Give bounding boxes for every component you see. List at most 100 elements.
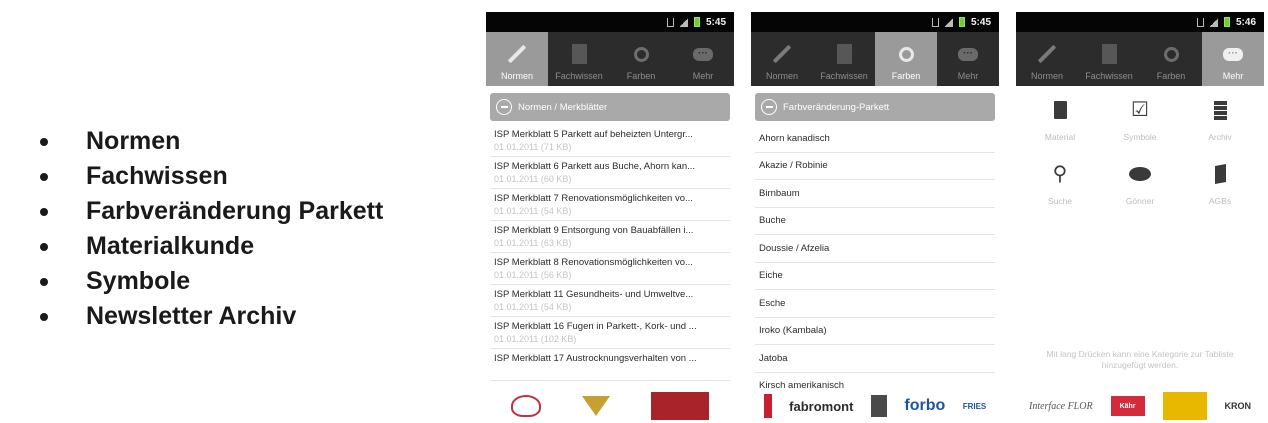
flower-logo-icon[interactable] (510, 395, 541, 417)
list-item[interactable]: ISP Merkblatt 6 Parkett aus Buche, Ahorn… (490, 157, 730, 189)
list-item[interactable]: ISP Merkblatt 5 Parkett auf beheizten Un… (490, 125, 730, 157)
tab-bar: Normen Fachwissen Farben Mehr (1016, 32, 1264, 86)
doc-title: ISP Merkblatt 16 Fugen in Parkett-, Kork… (494, 321, 697, 332)
list-item[interactable]: Birnbaum (755, 180, 995, 208)
menu-item-agbs[interactable]: AGBs (1180, 162, 1260, 206)
kahrs-logo[interactable]: Kähr (1110, 396, 1145, 416)
menu-item-symbole[interactable]: ☑ Symbole (1100, 98, 1180, 142)
battery-icon (958, 17, 965, 27)
book-icon (568, 43, 590, 65)
tab-normen[interactable]: Normen (751, 32, 813, 86)
sponsor-bar: fabromont forbo FRIES (751, 389, 999, 423)
tab-mehr[interactable]: Mehr (937, 32, 999, 86)
list-item[interactable]: ISP Merkblatt 16 Fugen in Parkett-, Kork… (490, 317, 730, 349)
tab-label: Mehr (1222, 71, 1244, 81)
list-item[interactable]: ISP Merkblatt 9 Entsorgung von Bauabfäll… (490, 221, 730, 253)
status-bar: 5:45 (486, 12, 734, 32)
interface-flor-logo[interactable]: Interface FLOR (1029, 401, 1093, 412)
phone-screen-normen: 5:45 Normen Fachwissen Farben Mehr Norme… (486, 12, 734, 423)
tab-bar: Normen Fachwissen Farben Mehr (751, 32, 999, 86)
doc-title: ISP Merkblatt 17 Austrocknungsverhalten … (494, 353, 697, 364)
section-header-farben[interactable]: Farbveränderung-Parkett (755, 93, 995, 121)
tab-fachwissen[interactable]: Fachwissen (813, 32, 875, 86)
tab-fachwissen[interactable]: Fachwissen (1078, 32, 1140, 86)
tab-farben[interactable]: Farben (1140, 32, 1202, 86)
menu-item-label: AGBs (1208, 196, 1232, 206)
doc-title: ISP Merkblatt 9 Entsorgung von Bauabfäll… (494, 225, 694, 236)
palette-icon (1160, 43, 1182, 65)
status-time: 5:46 (1235, 16, 1256, 28)
more-menu-grid: Material ☑ Symbole Archiv ⚲ Suche Gönner A… (1016, 86, 1264, 206)
pen-icon (1036, 43, 1058, 65)
doc-title: ISP Merkblatt 11 Gesundheits- und Umwelt… (494, 289, 694, 300)
signal-icon (679, 17, 688, 27)
usb-icon (931, 17, 939, 27)
emblem-logo-icon[interactable] (870, 395, 887, 417)
list-item[interactable]: Esche (755, 290, 995, 318)
menu-item-suche[interactable]: ⚲ Suche (1020, 162, 1100, 206)
k-logo-icon[interactable] (1162, 392, 1207, 420)
tab-label: Fachwissen (820, 71, 868, 81)
feature-item: Symbole (40, 264, 383, 299)
feature-item: Fachwissen (40, 159, 383, 194)
sponsor-bar: Interface FLOR Kähr KRON (1016, 389, 1264, 423)
list-item[interactable]: ISP Merkblatt 7 Renovationsmöglichkeiten… (490, 189, 730, 221)
bullet-dot-icon (40, 138, 48, 146)
menu-item-material[interactable]: Material (1020, 98, 1100, 142)
material-icon (1048, 98, 1072, 122)
doc-meta: 01.01.2011 (63 KB) (494, 238, 572, 248)
red-block-logo-icon[interactable] (651, 392, 710, 420)
battery-icon (693, 17, 700, 27)
list-item[interactable]: ISP Merkblatt 11 Gesundheits- und Umwelt… (490, 285, 730, 317)
tab-label: Farben (891, 71, 921, 81)
signal-icon (944, 17, 953, 27)
signal-icon (1209, 17, 1218, 27)
tab-label: Mehr (692, 71, 714, 81)
menu-item-label: Material (1044, 132, 1076, 142)
tab-normen[interactable]: Normen (486, 32, 548, 86)
feature-item: Materialkunde (40, 229, 383, 264)
forbo-logo[interactable]: forbo (904, 397, 945, 415)
tab-normen[interactable]: Normen (1016, 32, 1078, 86)
list-item[interactable]: ISP Merkblatt 8 Renovationsmöglichkeiten… (490, 253, 730, 285)
fabromont-logo[interactable]: fabromont (789, 399, 853, 414)
pen-icon (506, 43, 528, 65)
list-item[interactable]: Akazie / Robinie (755, 153, 995, 180)
tab-farben[interactable]: Farben (610, 32, 672, 86)
menu-item-goenner[interactable]: Gönner (1100, 162, 1180, 206)
list-item[interactable]: Jatoba (755, 345, 995, 373)
chat-bubble-icon (957, 43, 979, 65)
feature-item: Farbveränderung Parkett (40, 194, 383, 229)
tab-bar: Normen Fachwissen Farben Mehr (486, 32, 734, 86)
tab-fachwissen[interactable]: Fachwissen (548, 32, 610, 86)
kron-logo[interactable]: KRON (1224, 401, 1251, 411)
long-press-hint: Mit lang Drücken kann eine Kategorie zur… (1046, 349, 1234, 370)
tab-mehr[interactable]: Mehr (1202, 32, 1264, 86)
list-item[interactable]: Doussie / Afzelia (755, 235, 995, 263)
book-icon (1098, 43, 1120, 65)
status-bar: 5:45 (751, 12, 999, 32)
list-item[interactable]: Buche (755, 208, 995, 235)
doc-title: ISP Merkblatt 8 Renovationsmöglichkeiten… (494, 257, 693, 268)
bullet-dot-icon (40, 208, 48, 216)
menu-item-archiv[interactable]: Archiv (1180, 98, 1260, 142)
tab-farben[interactable]: Farben (875, 32, 937, 86)
menu-item-label: Symbole (1123, 132, 1157, 142)
section-header-normen[interactable]: Normen / Merkblätter (490, 93, 730, 121)
section-title: Normen / Merkblätter (518, 101, 608, 113)
list-item[interactable]: Iroko (Kambala) (755, 318, 995, 345)
tab-label: Fachwissen (1085, 71, 1133, 81)
list-item[interactable]: Eiche (755, 263, 995, 290)
fries-logo[interactable]: FRIES (963, 402, 987, 411)
doc-meta: 01.01.2011 (71 KB) (494, 142, 572, 152)
status-time: 5:45 (970, 16, 991, 28)
checkbox-icon: ☑ (1131, 99, 1149, 121)
doc-meta: 01.01.2011 (54 KB) (494, 302, 572, 312)
bullet-dot-icon (40, 278, 48, 286)
list-item[interactable]: ISP Merkblatt 17 Austrocknungsverhalten … (490, 349, 730, 381)
tab-mehr[interactable]: Mehr (672, 32, 734, 86)
bullet-dot-icon (40, 243, 48, 251)
chevron-logo-icon[interactable] (581, 396, 610, 416)
list-item[interactable]: Ahorn kanadisch (755, 125, 995, 153)
red-marker-logo-icon[interactable] (763, 394, 772, 418)
